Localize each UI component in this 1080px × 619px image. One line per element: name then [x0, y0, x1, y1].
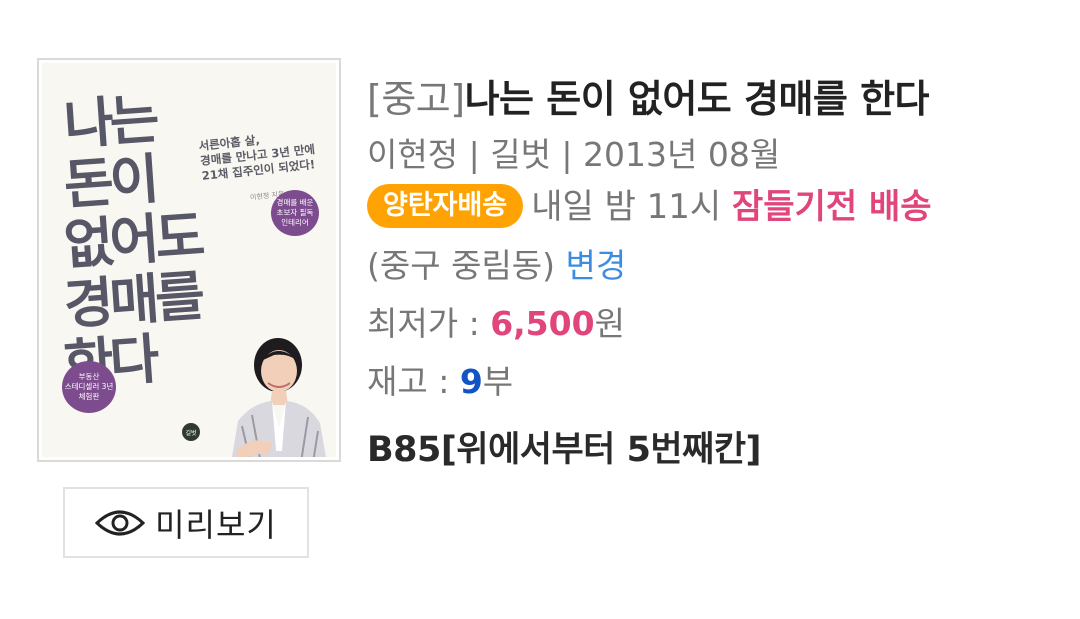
- delivery-info: 양탄자배송 내일 밤 11시 잠들기전 배송: [367, 181, 1037, 233]
- publisher-logo: 길벗: [182, 423, 200, 441]
- delivery-badge: 양탄자배송: [367, 183, 524, 228]
- delivery-highlight: 잠들기전 배송: [732, 187, 932, 227]
- cover-badge: 경매를 배운 초보자 필독 인테리어: [271, 190, 319, 236]
- stock-count: 재고 : 9부: [367, 359, 1047, 405]
- stock-label: 재고 :: [367, 362, 460, 401]
- book-title-text: 나는 돈이 없어도 경매를 한다: [464, 77, 930, 121]
- cover-title-line: 경매를: [61, 264, 204, 337]
- price-label: 최저가 :: [367, 304, 491, 343]
- cover-subtitle: 서른아홉 살, 경매를 만나고 3년 만에 21채 집주인이 되었다!: [197, 132, 316, 183]
- cover-title: 나는 돈이 없어도 경매를 한다: [61, 87, 204, 396]
- stock-value: 9: [459, 362, 483, 401]
- meta-separator: |: [550, 135, 584, 174]
- lowest-price: 최저가 : 6,500원: [367, 301, 1047, 347]
- price-unit: 원: [594, 304, 625, 343]
- delivery-time: 내일 밤 11시: [531, 187, 733, 227]
- cover-badge: 부동산 스테디셀러 3년 체험판: [62, 361, 116, 413]
- author-link[interactable]: 이현정: [367, 135, 458, 174]
- condition-tag: [중고]: [367, 77, 465, 121]
- preview-button-label: 미리보기: [155, 505, 277, 544]
- change-location-link[interactable]: 변경: [566, 246, 627, 285]
- book-cover[interactable]: 나는 돈이 없어도 경매를 한다 서른아홉 살, 경매를 만나고 3년 만에 2…: [37, 58, 341, 462]
- eye-icon: [95, 510, 146, 535]
- stock-unit: 부: [482, 362, 514, 401]
- author-photo: [232, 338, 326, 457]
- delivery-location: (중구 중림동) 변경: [367, 243, 1047, 289]
- meta-separator: |: [458, 135, 491, 174]
- book-info: [중고]나는 돈이 없어도 경매를 한다 이현정 | 길벗 | 2013년 08…: [367, 73, 1047, 473]
- book-title[interactable]: [중고]나는 돈이 없어도 경매를 한다: [367, 73, 1047, 125]
- location-area: (중구 중림동): [367, 246, 566, 285]
- book-cover-art: 나는 돈이 없어도 경매를 한다 서른아홉 살, 경매를 만나고 3년 만에 2…: [42, 63, 336, 457]
- publication-date: 2013년 08월: [583, 135, 781, 174]
- price-value: 6,500: [490, 304, 595, 343]
- cover-title-line: 나는: [61, 87, 158, 157]
- shelf-location: B85[위에서부터 5번째칸]: [367, 430, 762, 470]
- book-meta: 이현정 | 길벗 | 2013년 08월: [367, 133, 1047, 177]
- publisher-link[interactable]: 길벗: [490, 135, 551, 174]
- preview-button[interactable]: 미리보기: [63, 487, 309, 558]
